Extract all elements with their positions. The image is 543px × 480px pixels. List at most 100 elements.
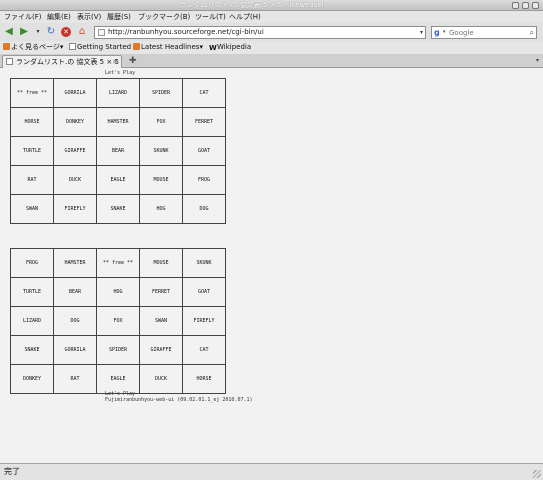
bookmark-label: よく見るページ▾ [11, 43, 64, 51]
site-favicon-icon [98, 29, 105, 36]
bingo-cell: HORSE [10, 107, 54, 137]
bingo-row: HORSE DONKEY HAMSTER FOX FERRET [10, 107, 226, 137]
google-engine-icon[interactable]: g [434, 28, 440, 38]
bookmark-wikipedia[interactable]: WWikipedia [209, 41, 251, 54]
bingo-cell: HOG [139, 194, 183, 224]
forward-icon[interactable]: ▶ [18, 25, 30, 38]
bingo-cell: SNAKE [10, 335, 54, 365]
menu-help[interactable]: ヘルプ(H) [229, 11, 261, 23]
bingo-cell: DUCK [53, 165, 97, 195]
tab-list-icon[interactable]: ▾ [536, 54, 539, 68]
bingo-cell: EAGLE [96, 364, 140, 394]
bingo-row: FROG HAMSTER ** free ** MOUSE SKUNK [10, 248, 226, 278]
bingo-cell: TURTLE [10, 136, 54, 166]
bingo-cell: FROG [182, 165, 226, 195]
bingo-cell: ** free ** [96, 248, 140, 278]
home-icon[interactable]: ⌂ [76, 25, 88, 38]
bingo-cell: HAMSTER [96, 107, 140, 137]
search-magnifier-icon[interactable]: ⌕ [530, 27, 534, 38]
search-box[interactable]: g ▾ ⌕ [431, 26, 537, 39]
bingo-cell: GIRAFFE [139, 335, 183, 365]
bingo-cell: DONKEY [10, 364, 54, 394]
status-bar: 完了 [0, 463, 543, 480]
url-text: http://ranbunhyou.sourceforge.net/cgi-bi… [108, 28, 264, 36]
menu-edit[interactable]: 編集(E) [47, 11, 71, 23]
bingo-cell: LIZARD [10, 306, 54, 336]
bingo-cell: BEAR [96, 136, 140, 166]
bingo-row: ** free ** GORRILA LIZARD SPIDER CAT [10, 78, 226, 108]
bookmark-latest-headlines[interactable]: Latest Headlines▾ [133, 41, 203, 54]
bingo-cell: FOX [96, 306, 140, 336]
minimize-button[interactable] [512, 2, 519, 9]
bingo-cell: CAT [182, 335, 226, 365]
bingo-cell: EAGLE [96, 165, 140, 195]
tab-bar: ランダムリスト.の 協文表 5 × 5 ✕ ✚ ▾ [0, 54, 543, 68]
search-input[interactable] [449, 28, 525, 37]
bookmark-getting-started[interactable]: Getting Started [69, 41, 131, 54]
page-content: Let's Play ** free ** GORRILA LIZARD SPIDER… [0, 68, 543, 463]
menu-tools[interactable]: ツール(T) [195, 11, 226, 23]
tab-active[interactable]: ランダムリスト.の 協文表 5 × 5 ✕ [2, 55, 122, 68]
bingo-cell: FERRET [182, 107, 226, 137]
tab-page-icon [6, 58, 13, 65]
navigation-toolbar: ◀ ▶ ▾ ↻ ✕ ⌂ http://ranbunhyou.sourceforg… [0, 23, 543, 41]
bingo-row: TURTLE GIRAFFE BEAR SKUNK GOAT [10, 136, 226, 166]
bingo-cell: ** free ** [10, 78, 54, 108]
bingo-cell: FROG [10, 248, 54, 278]
engine-dropdown-icon[interactable]: ▾ [443, 27, 446, 38]
stop-icon[interactable]: ✕ [60, 25, 72, 38]
menu-view[interactable]: 表示(V) [77, 11, 101, 23]
window-title: ランダムリスト.の 協文表 5 × 5 - Iceweasel [179, 1, 324, 9]
bingo-row: SWAN FIREFLY SNAKE HOG DOG [10, 194, 226, 224]
bingo-cell: GORRILA [53, 78, 97, 108]
history-dropdown-icon[interactable]: ▾ [32, 25, 44, 38]
bookmarks-toolbar: よく見るページ▾ Getting Started Latest Headline… [0, 41, 543, 54]
bingo-row: TURTLE BEAR HOG FERRET GOAT [10, 277, 226, 307]
feed-icon [133, 43, 140, 50]
tab-label: ランダムリスト.の 協文表 5 × 5 [16, 58, 119, 66]
bingo-cell: TURTLE [10, 277, 54, 307]
url-bar[interactable]: http://ranbunhyou.sourceforge.net/cgi-bi… [94, 26, 426, 39]
bingo-row: DONKEY RAT EAGLE DUCK HORSE [10, 364, 226, 394]
bingo-cell: HOG [96, 277, 140, 307]
bingo-cell: GOAT [182, 136, 226, 166]
bookmark-label: Latest Headlines▾ [141, 43, 203, 51]
close-tab-icon[interactable]: ✕ [112, 56, 118, 68]
status-text: 完了 [4, 467, 20, 476]
new-tab-icon[interactable]: ✚ [129, 54, 137, 68]
bookmark-most-visited[interactable]: よく見るページ▾ [3, 41, 63, 54]
bingo-cell: LIZARD [96, 78, 140, 108]
menu-file[interactable]: ファイル(F) [4, 11, 42, 23]
maximize-button[interactable] [522, 2, 529, 9]
url-dropdown-icon[interactable]: ▾ [420, 27, 423, 38]
bingo-cell: SPIDER [139, 78, 183, 108]
bingo-cell: RAT [53, 364, 97, 394]
bingo-cell: DOG [53, 306, 97, 336]
bingo-cell: SNAKE [96, 194, 140, 224]
bingo-cell: SWAN [139, 306, 183, 336]
back-icon[interactable]: ◀ [3, 25, 15, 38]
bingo-cell: BEAR [53, 277, 97, 307]
bingo-card-2: FROG HAMSTER ** free ** MOUSE SKUNK TURTLE BEA… [10, 248, 226, 394]
reload-icon[interactable]: ↻ [45, 25, 57, 38]
feed-icon [3, 43, 10, 50]
bingo-cell: SWAN [10, 194, 54, 224]
bingo-cell: RAT [10, 165, 54, 195]
bingo-cell: SKUNK [182, 248, 226, 278]
title-bar: ランダムリスト.の 協文表 5 × 5 - Iceweasel [0, 0, 543, 11]
bingo-cell: GOAT [182, 277, 226, 307]
close-window-button[interactable] [532, 2, 539, 9]
bingo-cell: HAMSTER [53, 248, 97, 278]
bingo-cell: DUCK [139, 364, 183, 394]
bingo-cell: DONKEY [53, 107, 97, 137]
bookmark-label: Wikipedia [217, 43, 252, 51]
wikipedia-icon: W [209, 44, 217, 52]
menu-history[interactable]: 履歴(S) [107, 11, 131, 23]
bingo-row: LIZARD DOG FOX SWAN FIREFLY [10, 306, 226, 336]
bookmark-label: Getting Started [77, 43, 132, 51]
resize-grip-icon[interactable] [533, 470, 541, 478]
bingo-card-1: ** free ** GORRILA LIZARD SPIDER CAT HORSE DON… [10, 78, 226, 224]
bingo-cell: FERRET [139, 277, 183, 307]
menu-bar: ファイル(F) 編集(E) 表示(V) 履歴(S) ブックマーク(B) ツール(… [0, 11, 543, 23]
menu-bookmarks[interactable]: ブックマーク(B) [138, 11, 190, 23]
